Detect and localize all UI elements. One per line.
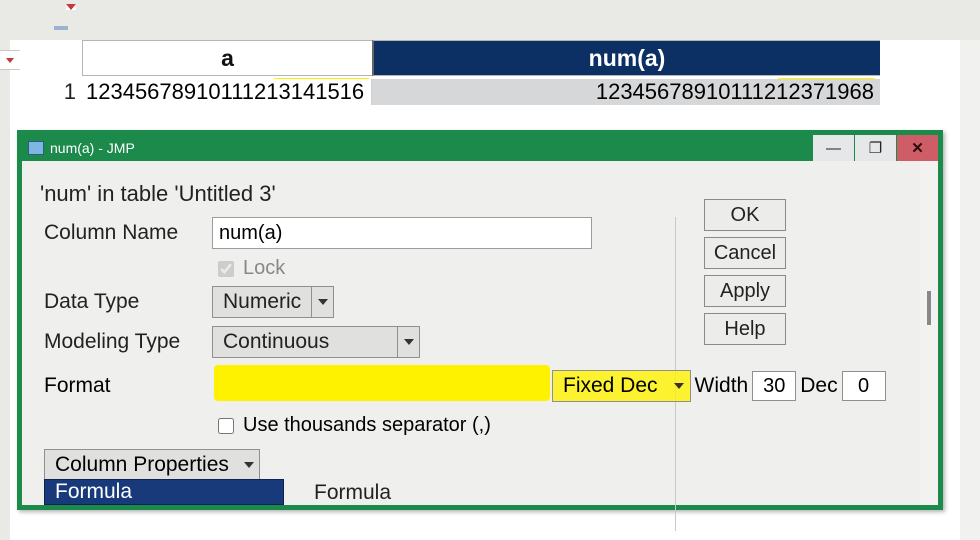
sheet-left-gutter: [0, 0, 10, 540]
cell-num-highlighted-tail: 2371968: [788, 79, 874, 104]
dialog-title: num(a) - JMP: [50, 140, 135, 156]
apply-button[interactable]: Apply: [704, 275, 786, 307]
column-info-dialog: num(a) - JMP — ❐ ✕ 'num' in table 'Untit…: [17, 130, 943, 510]
format-type-value: Fixed Dec: [553, 371, 668, 401]
highlight-mark-format: [214, 365, 550, 401]
dropdown-icon[interactable]: [66, 4, 76, 10]
main-scrollbar[interactable]: [960, 40, 980, 540]
ok-button[interactable]: OK: [704, 199, 786, 231]
row-number[interactable]: 1: [22, 79, 82, 105]
format-type-dropdown-button[interactable]: [668, 371, 690, 401]
width-input[interactable]: [752, 371, 796, 401]
cell-a-1[interactable]: 12345678910111213141516: [82, 79, 372, 105]
dialog-titlebar[interactable]: num(a) - JMP — ❐ ✕: [22, 135, 938, 161]
dec-input[interactable]: [842, 371, 886, 401]
dialog-context-text: 'num' in table 'Untitled 3': [40, 181, 922, 207]
chevron-down-icon: [674, 383, 684, 389]
sort-handle-icon[interactable]: [54, 26, 68, 30]
column-header-a[interactable]: a: [82, 40, 372, 76]
formula-property-item[interactable]: Formula: [44, 479, 284, 505]
cell-num-1[interactable]: 12345678910111212371968: [372, 79, 880, 105]
app-icon: [28, 141, 44, 155]
cell-a-value: 1234567891011121: [86, 79, 279, 104]
width-label: Width: [691, 374, 753, 398]
close-button[interactable]: ✕: [896, 135, 938, 161]
cell-num-value: 1234567891011121: [596, 79, 789, 104]
dialog-scrollbar-track[interactable]: [920, 161, 938, 505]
formula-section-label: Formula: [314, 481, 391, 505]
sheet-top-gutter: [0, 0, 980, 40]
dec-label: Dec: [796, 374, 841, 398]
chevron-down-icon: [6, 58, 14, 63]
formula-item-label: Formula: [55, 480, 132, 504]
dialog-scrollbar-thumb[interactable]: [927, 291, 931, 325]
format-type-select[interactable]: Fixed Dec: [552, 370, 691, 402]
help-button[interactable]: Help: [704, 313, 786, 345]
maximize-button[interactable]: ❐: [854, 135, 896, 161]
row-tools-toggle[interactable]: [0, 50, 20, 70]
column-header-num[interactable]: num(a): [372, 40, 880, 76]
sheet-corner-controls: [40, 4, 80, 36]
cancel-button[interactable]: Cancel: [704, 237, 786, 269]
cell-a-highlighted-tail: 3141516: [279, 79, 365, 104]
minimize-button[interactable]: —: [812, 135, 854, 161]
